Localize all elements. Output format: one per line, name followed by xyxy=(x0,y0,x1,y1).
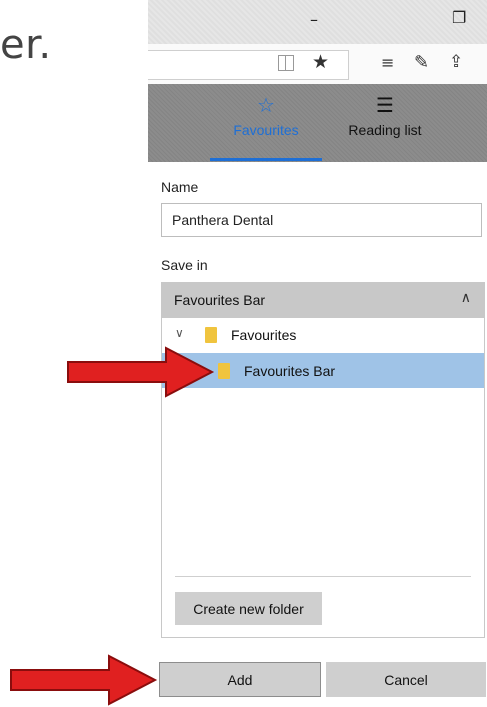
cancel-button[interactable]: Cancel xyxy=(326,662,486,697)
tab-favourites[interactable]: ☆ Favourites xyxy=(210,94,322,138)
background-caption: er. xyxy=(0,22,52,68)
expand-chevron-icon[interactable]: ∨ xyxy=(175,326,184,340)
reading-view-icon[interactable] xyxy=(278,55,294,71)
arrow-annotation-icon xyxy=(67,346,215,398)
minimize-button[interactable]: – xyxy=(310,10,318,29)
chevron-up-icon[interactable]: ∧ xyxy=(461,290,471,306)
web-note-icon[interactable]: ✎ xyxy=(414,52,429,73)
dropdown-value: Favourites Bar xyxy=(174,292,266,308)
hub-icon[interactable]: ≡ xyxy=(381,53,394,72)
name-label: Name xyxy=(161,179,199,195)
tab-reading-list[interactable]: ☰ Reading list xyxy=(332,94,438,138)
folder-icon xyxy=(218,363,230,379)
create-new-folder-button[interactable]: Create new folder xyxy=(175,592,322,625)
tree-item-label: Favourites xyxy=(231,327,297,343)
restore-button[interactable]: ❐ xyxy=(452,8,466,27)
arrow-annotation-icon xyxy=(10,654,158,706)
name-input[interactable]: Panthera Dental xyxy=(161,203,482,237)
active-tab-indicator xyxy=(210,158,322,161)
tree-item-label: Favourites Bar xyxy=(244,363,336,379)
add-button[interactable]: Add xyxy=(159,662,321,697)
reading-list-icon: ☰ xyxy=(376,93,394,117)
star-icon: ☆ xyxy=(257,93,275,117)
add-favorite-icon[interactable]: ★ xyxy=(312,51,329,73)
tab-favourites-label: Favourites xyxy=(233,122,299,138)
folder-icon xyxy=(205,327,217,343)
share-icon[interactable]: ⇪ xyxy=(449,52,463,72)
tab-reading-list-label: Reading list xyxy=(348,122,422,138)
save-in-label: Save in xyxy=(161,257,208,273)
divider xyxy=(175,576,471,577)
save-in-dropdown[interactable]: Favourites Bar ∧ xyxy=(161,282,485,318)
